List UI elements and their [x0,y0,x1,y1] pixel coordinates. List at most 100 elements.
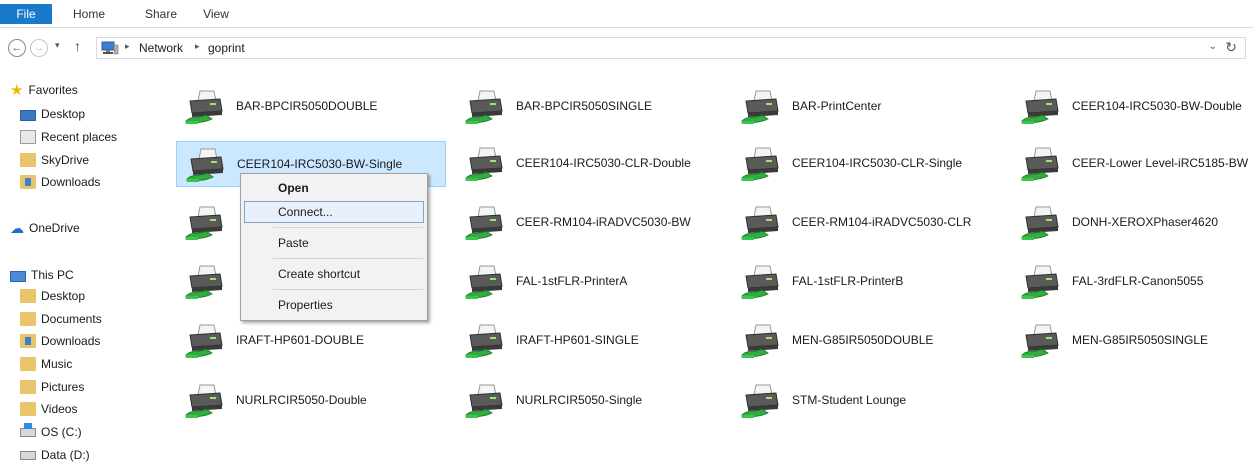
printer-tile[interactable]: CEER104-IRC5030-CLR-Single [732,141,1002,187]
printer-name: BAR-BPCIR5050SINGLE [516,99,653,113]
sidebar-item-documents[interactable]: Documents [20,309,102,329]
network-printer-icon [740,264,780,300]
printer-name: MEN-G85IR5050DOUBLE [792,333,934,347]
printer-tile[interactable]: BAR-PrintCenter [732,84,1002,130]
sidebar-item-music[interactable]: Music [20,354,72,374]
sidebar-item-videos[interactable]: Videos [20,399,77,419]
printer-tile[interactable]: FAL-1stFLR-PrinterB [732,259,1002,305]
network-icon [101,41,119,55]
tab-home[interactable]: Home [66,4,112,24]
printer-tile[interactable]: BAR-BPCIR5050SINGLE [456,84,726,130]
context-menu-paste[interactable]: Paste [244,232,424,254]
sidebar-item-label: Recent places [41,130,118,144]
printer-tile[interactable]: CEER-RM104-iRADVC5030-BW [456,200,726,246]
sidebar-item-label: Favorites [28,83,78,97]
printer-name: BAR-PrintCenter [792,99,882,113]
address-dropdown-chevron-icon[interactable]: ⌄ [1209,41,1217,52]
tab-share[interactable]: Share [138,4,184,24]
printer-tile[interactable]: CEER-Lower Level-iRC5185-BW [1012,141,1253,187]
sidebar-item-desktop[interactable]: Desktop [20,104,85,124]
navigation-bar: ← → ▾ ↑ ▸ Network ▸ goprint ⌄ ↻ [0,32,1253,64]
printer-tile[interactable]: NURLRCIR5050-Double [176,378,446,424]
up-arrow-icon[interactable]: ↑ [74,38,81,54]
network-printer-icon [464,383,504,419]
sidebar-item-onedrive[interactable]: ☁ OneDrive [10,218,80,238]
sidebar-item-this-pc[interactable]: This PC [10,265,74,285]
network-printer-icon [740,205,780,241]
pictures-folder-icon [20,380,36,394]
printer-tile[interactable]: CEER-RM104-iRADVC5030-CLR [732,200,1002,246]
sidebar-item-pc-downloads[interactable]: Downloads [20,331,100,351]
sidebar-item-label: OneDrive [29,221,80,235]
address-bar[interactable]: ▸ Network ▸ goprint ⌄ ↻ [96,37,1246,59]
context-menu-properties[interactable]: Properties [244,294,424,316]
breadcrumb-network[interactable]: Network [139,41,183,55]
printer-tile[interactable]: FAL-1stFLR-PrinterA [456,259,726,305]
printer-name: CEER-RM104-iRADVC5030-CLR [792,215,972,229]
network-printer-icon [740,323,780,359]
network-printer-icon [1020,323,1060,359]
breadcrumb-separator-icon[interactable]: ▸ [125,41,130,52]
sidebar-item-favorites[interactable]: ★ Favorites [10,80,78,100]
context-menu-open[interactable]: Open [244,177,424,199]
music-folder-icon [20,357,36,371]
context-menu-connect[interactable]: Connect... [244,201,424,223]
sidebar-item-label: Desktop [41,107,86,121]
refresh-icon[interactable]: ↻ [1225,39,1237,56]
printer-name: FAL-1stFLR-PrinterB [792,274,904,288]
sidebar-item-label: Downloads [41,334,101,348]
sidebar-item-pc-desktop[interactable]: Desktop [20,286,85,306]
printer-tile[interactable]: CEER104-IRC5030-CLR-Double [456,141,726,187]
printer-name: MEN-G85IR5050SINGLE [1072,333,1209,347]
videos-folder-icon [20,402,36,416]
network-printer-icon [464,264,504,300]
printer-tile[interactable]: IRAFT-HP601-DOUBLE [176,318,446,364]
back-button[interactable]: ← [8,39,26,57]
sidebar-item-pictures[interactable]: Pictures [20,377,84,397]
sidebar-item-os-drive[interactable]: OS (C:) [20,422,82,442]
printer-tile[interactable]: DONH-XEROXPhaser4620 [1012,200,1253,246]
context-menu-create-shortcut[interactable]: Create shortcut [244,263,424,285]
sidebar-item-label: OS (C:) [41,425,82,439]
tab-view[interactable]: View [196,4,236,24]
recent-locations-chevron-icon[interactable]: ▾ [55,40,60,51]
sidebar-item-skydrive[interactable]: SkyDrive [20,150,89,170]
network-printer-icon [464,146,504,182]
printer-tile[interactable]: STM-Student Lounge [732,378,1002,424]
breadcrumb-separator-icon[interactable]: ▸ [195,41,200,52]
printer-tile[interactable]: CEER104-IRC5030-BW-Double [1012,84,1253,130]
network-printer-icon [184,323,224,359]
sidebar-item-downloads[interactable]: Downloads [20,172,100,192]
printer-name: FAL-3rdFLR-Canon5055 [1072,274,1204,288]
navigation-pane: ★ Favorites Desktop Recent places SkyDriv… [0,76,160,465]
sidebar-item-label: Videos [41,402,78,416]
printer-tile[interactable]: FAL-3rdFLR-Canon5055 [1012,259,1253,305]
printer-tile[interactable]: IRAFT-HP601-SINGLE [456,318,726,364]
printer-name: CEER104-IRC5030-BW-Double [1072,99,1242,113]
network-printer-icon [464,89,504,125]
desktop-icon [20,110,36,121]
sidebar-item-recent-places[interactable]: Recent places [20,127,117,147]
downloads-folder-icon [20,334,36,348]
breadcrumb-goprint[interactable]: goprint [208,41,245,55]
printer-tile[interactable]: MEN-G85IR5050DOUBLE [732,318,1002,364]
sidebar-item-label: SkyDrive [41,153,90,167]
printer-name: NURLRCIR5050-Single [516,393,643,407]
downloads-folder-icon [20,175,36,189]
printer-name: IRAFT-HP601-SINGLE [516,333,639,347]
printer-tile[interactable]: MEN-G85IR5050SINGLE [1012,318,1253,364]
printer-tile[interactable]: NURLRCIR5050-Single [456,378,726,424]
printer-tile[interactable]: BAR-BPCIR5050DOUBLE [176,84,446,130]
network-printer-icon [185,147,225,183]
network-printer-icon [1020,264,1060,300]
context-menu: Open Connect... Paste Create shortcut Pr… [240,173,428,321]
printer-name: BAR-BPCIR5050DOUBLE [236,99,378,113]
network-printer-icon [740,383,780,419]
network-printer-icon [740,89,780,125]
context-menu-divider [273,289,423,290]
skydrive-folder-icon [20,153,36,167]
forward-button[interactable]: → [30,39,48,57]
context-menu-divider [273,258,423,259]
sidebar-item-data-drive[interactable]: Data (D:) [20,445,90,465]
tab-file[interactable]: File [0,4,52,24]
